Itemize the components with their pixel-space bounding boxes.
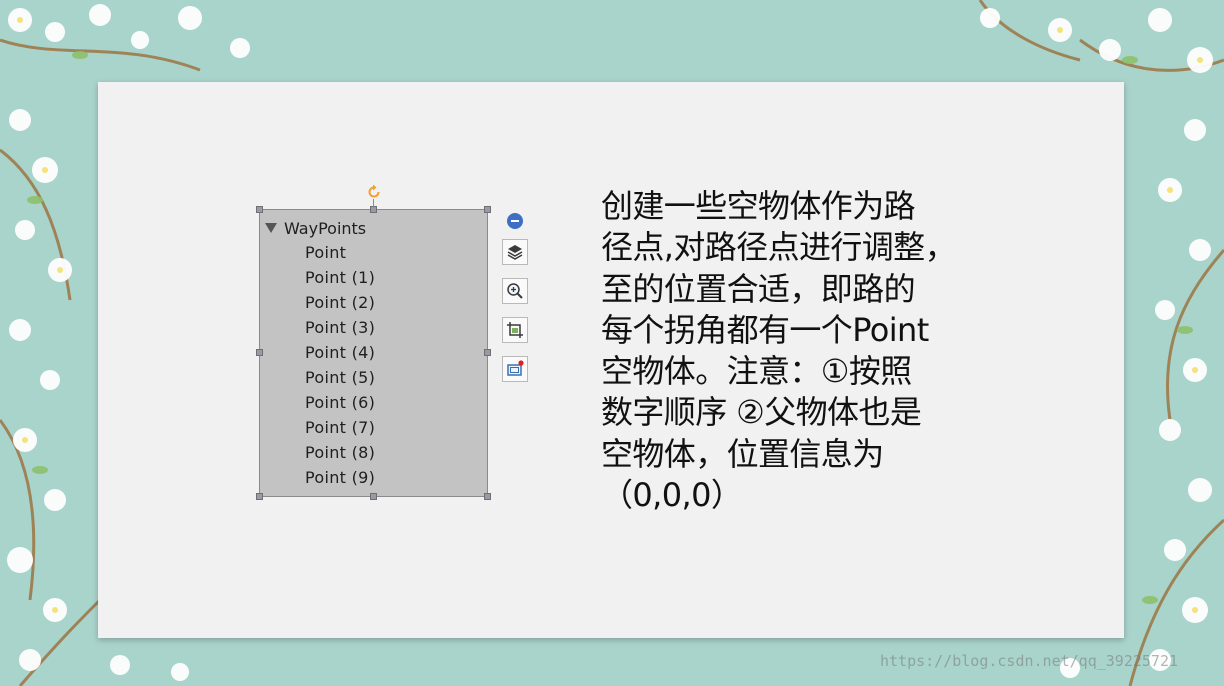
resize-handle-top-right[interactable]	[484, 206, 491, 213]
crop-button[interactable]	[502, 317, 528, 343]
description-line: 空物体，位置信息为	[601, 434, 884, 473]
layers-icon	[507, 245, 523, 260]
rotate-handle-icon[interactable]	[366, 184, 382, 200]
picture-frame-icon	[507, 360, 524, 376]
hierarchy-item: Point (8)	[305, 443, 376, 462]
resize-handle-bottom-right[interactable]	[484, 493, 491, 500]
crop-icon	[507, 322, 523, 338]
description-line: 径点,对路径点进行调整，	[601, 228, 957, 267]
description-line: 至的位置合适，即路的	[601, 269, 916, 308]
description-line: 空物体。注意：①按照	[601, 352, 912, 391]
hierarchy-children-list: Point Point (1) Point (2) Point (3) Poin…	[305, 242, 375, 492]
hierarchy-item: Point (4)	[305, 343, 376, 362]
zoom-in-icon	[507, 283, 523, 299]
hierarchy-item: Point (2)	[305, 293, 376, 312]
hierarchy-item: Point	[305, 243, 347, 262]
zoom-in-button[interactable]	[502, 278, 528, 304]
description-text: 创建一些空物体作为路 径点,对路径点进行调整， 至的位置合适，即路的 每个拐角都…	[601, 186, 1021, 516]
layers-button[interactable]	[502, 239, 528, 265]
hierarchy-item: Point (7)	[305, 418, 376, 437]
resize-handle-left[interactable]	[256, 349, 263, 356]
hierarchy-item: Point (3)	[305, 318, 376, 337]
hierarchy-item: Point (5)	[305, 368, 376, 387]
description-line: 每个拐角都有一个Point	[601, 310, 929, 349]
description-line: 数字顺序 ②父物体也是	[601, 393, 922, 432]
description-line: （0,0,0）	[601, 476, 743, 515]
hierarchy-root-row: WayPoints	[265, 218, 367, 238]
hierarchy-item: Point (1)	[305, 268, 376, 287]
expand-triangle-icon	[265, 223, 277, 233]
hierarchy-item: Point (9)	[305, 468, 376, 487]
resize-handle-bottom[interactable]	[370, 493, 377, 500]
hierarchy-image[interactable]: WayPoints Point Point (1) Point (2) Poin…	[259, 209, 488, 497]
minus-icon[interactable]	[507, 213, 523, 229]
hierarchy-item: Point (6)	[305, 393, 376, 412]
resize-handle-bottom-left[interactable]	[256, 493, 263, 500]
resize-handle-top-left[interactable]	[256, 206, 263, 213]
description-line: 创建一些空物体作为路	[601, 187, 916, 225]
rotate-stem	[373, 199, 374, 208]
picture-frame-button[interactable]	[502, 356, 528, 382]
resize-handle-right[interactable]	[484, 349, 491, 356]
hierarchy-root-label: WayPoints	[284, 218, 367, 238]
watermark-text: https://blog.csdn.net/qq_39225721	[880, 652, 1179, 670]
